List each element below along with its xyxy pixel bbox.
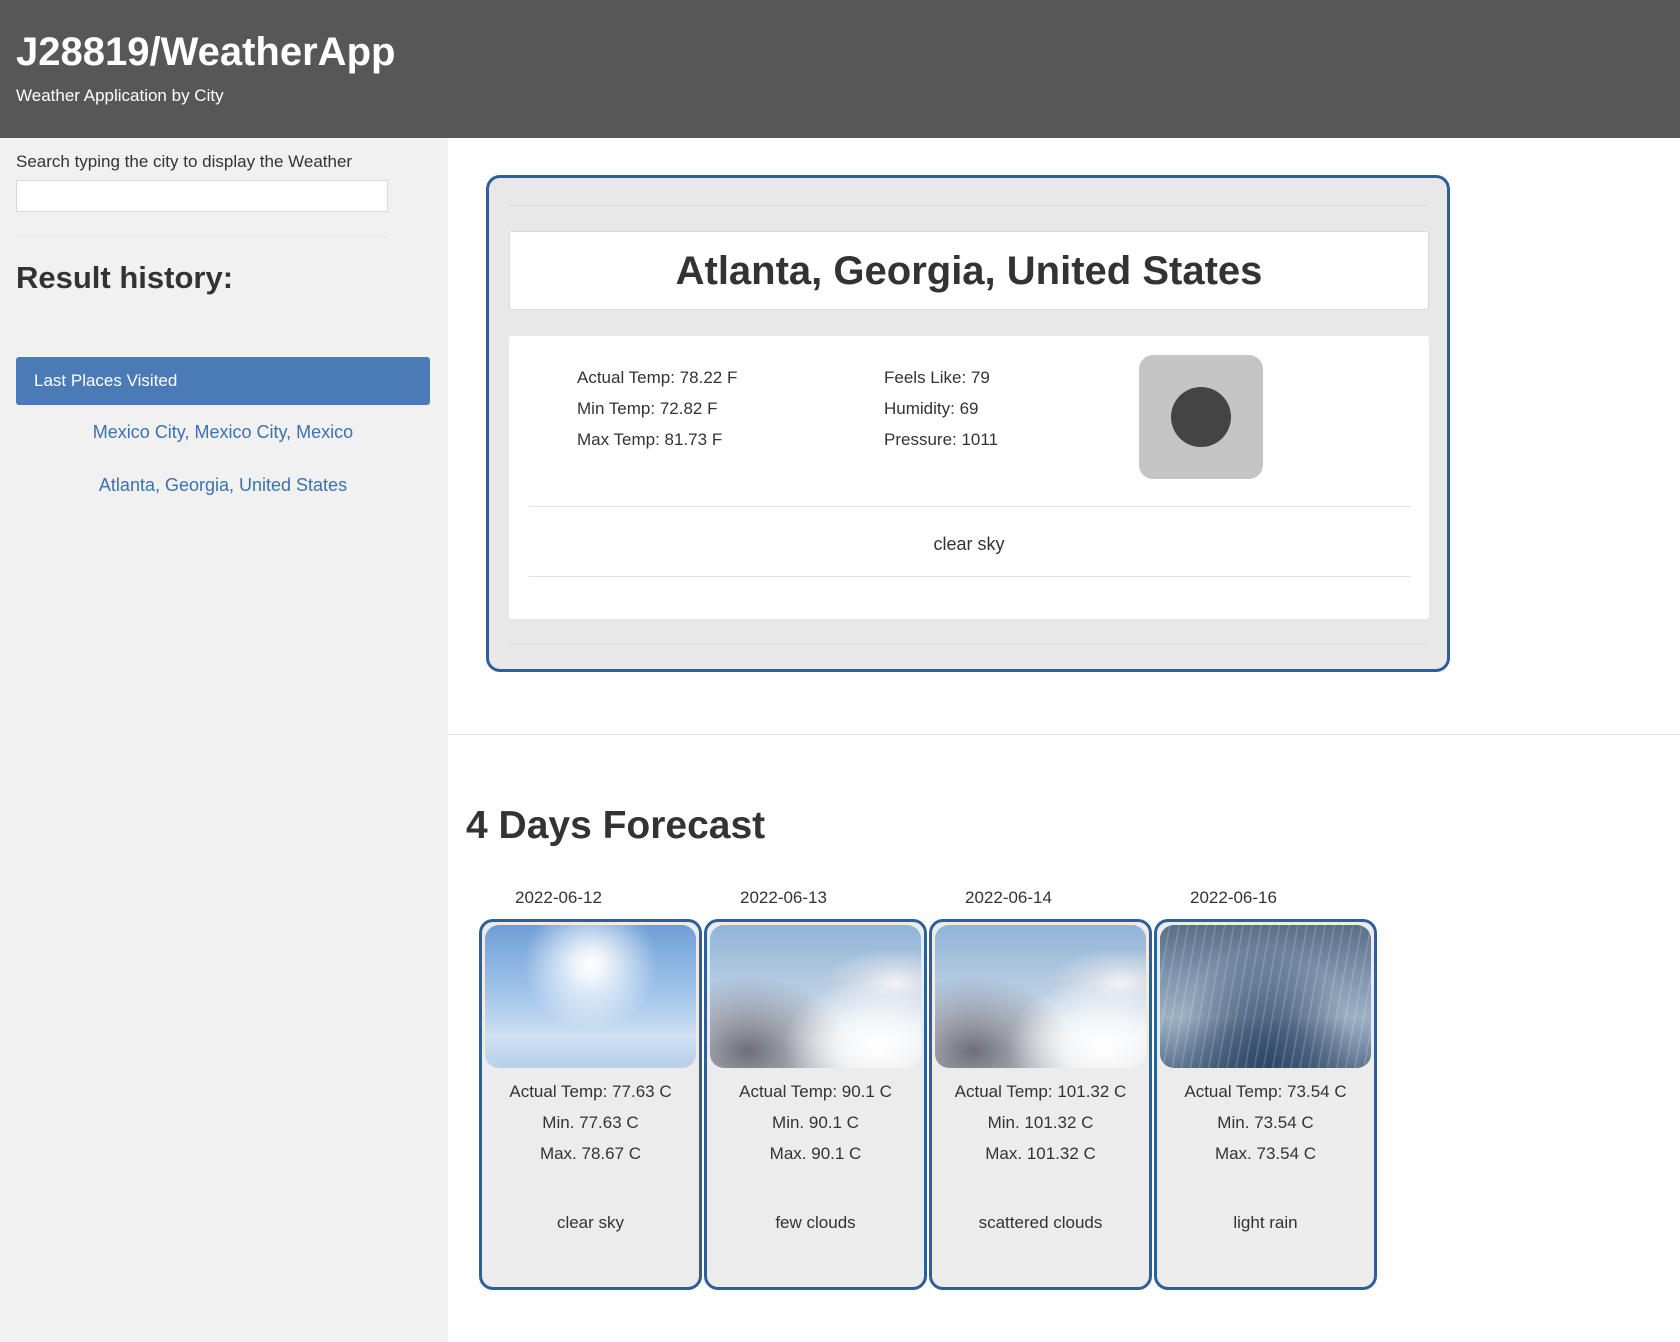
current-description: clear sky: [933, 534, 1005, 554]
feels-like: Feels Like: 79: [884, 368, 990, 387]
forecast-description: scattered clouds: [978, 1213, 1103, 1232]
app-title: J28819/WeatherApp: [16, 30, 396, 74]
history-link-atlanta[interactable]: Atlanta, Georgia, United States: [16, 474, 430, 496]
forecast-max-temp: Max. 78.67 C: [539, 1144, 642, 1163]
app-header: J28819/WeatherApp Weather Application by…: [0, 0, 1680, 138]
stats-divider: [529, 506, 1411, 507]
forecast-description: clear sky: [556, 1213, 625, 1232]
current-stats-panel: Actual Temp: 78.22 F Min Temp: 72.82 F M…: [509, 336, 1429, 619]
current-city-title: Atlanta, Georgia, United States: [675, 249, 1263, 293]
forecast-card: Actual Temp: 73.54 C Min. 73.54 C Max. 7…: [1154, 919, 1377, 1290]
card-divider: [507, 643, 1429, 644]
forecast-description: light rain: [1233, 1213, 1298, 1232]
forecast-date: 2022-06-14: [965, 888, 1052, 907]
forecast-actual-temp: Actual Temp: 90.1 C: [739, 1082, 892, 1101]
actual-temp: Actual Temp: 78.22 F: [577, 368, 738, 387]
forecast-min-temp: Min. 73.54 C: [1217, 1113, 1314, 1132]
forecast-min-temp: Min. 90.1 C: [772, 1113, 859, 1132]
search-label: Search typing the city to display the We…: [16, 152, 353, 171]
forecast-date: 2022-06-12: [515, 888, 602, 907]
last-places-visited-header: Last Places Visited: [16, 357, 430, 405]
forecast-max-temp: Max. 90.1 C: [769, 1144, 862, 1163]
city-search-input[interactable]: [16, 180, 388, 212]
forecast-card: Actual Temp: 101.32 C Min. 101.32 C Max.…: [929, 919, 1152, 1290]
humidity: Humidity: 69: [884, 399, 979, 418]
city-header-box: Atlanta, Georgia, United States: [509, 231, 1429, 310]
clear-sky-image: [485, 925, 696, 1068]
light-rain-image: [1160, 925, 1371, 1068]
min-temp: Min Temp: 72.82 F: [577, 399, 718, 418]
forecast-min-temp: Min. 77.63 C: [542, 1113, 639, 1132]
section-divider: [448, 734, 1680, 735]
forecast-day: 2022-06-14 Actual Temp: 101.32 C Min. 10…: [929, 888, 1154, 1290]
current-weather-card: Atlanta, Georgia, United States Actual T…: [486, 175, 1450, 672]
stats-divider: [529, 576, 1411, 577]
card-divider: [507, 205, 1429, 206]
sidebar: Search typing the city to display the We…: [0, 138, 448, 1342]
forecast-max-temp: Max. 101.32 C: [985, 1144, 1096, 1163]
few-clouds-image: [710, 925, 921, 1068]
forecast-description: few clouds: [775, 1213, 856, 1232]
forecast-day: 2022-06-16 Actual Temp: 73.54 C Min. 73.…: [1154, 888, 1379, 1290]
sun-icon: [1171, 387, 1231, 447]
forecast-date: 2022-06-13: [740, 888, 827, 907]
max-temp: Max Temp: 81.73 F: [577, 430, 723, 449]
forecast-day: 2022-06-12 Actual Temp: 77.63 C Min. 77.…: [479, 888, 704, 1290]
pressure: Pressure: 1011: [884, 430, 999, 449]
history-link-mexico-city[interactable]: Mexico City, Mexico City, Mexico: [16, 421, 430, 443]
forecast-card: Actual Temp: 90.1 C Min. 90.1 C Max. 90.…: [704, 919, 927, 1290]
result-history-title: Result history:: [16, 260, 234, 295]
sidebar-divider: [16, 236, 388, 237]
clear-sky-icon: [1139, 355, 1263, 479]
forecast-card: Actual Temp: 77.63 C Min. 77.63 C Max. 7…: [479, 919, 702, 1290]
forecast-min-temp: Min. 101.32 C: [987, 1113, 1094, 1132]
app-subtitle: Weather Application by City: [16, 86, 224, 105]
forecast-actual-temp: Actual Temp: 73.54 C: [1184, 1082, 1347, 1101]
scattered-clouds-image: [935, 925, 1146, 1068]
forecast-actual-temp: Actual Temp: 101.32 C: [954, 1082, 1127, 1101]
forecast-actual-temp: Actual Temp: 77.63 C: [509, 1082, 672, 1101]
forecast-max-temp: Max. 73.54 C: [1214, 1144, 1317, 1163]
forecast-title: 4 Days Forecast: [466, 804, 766, 847]
forecast-date: 2022-06-16: [1190, 888, 1277, 907]
forecast-day: 2022-06-13 Actual Temp: 90.1 C Min. 90.1…: [704, 888, 929, 1290]
